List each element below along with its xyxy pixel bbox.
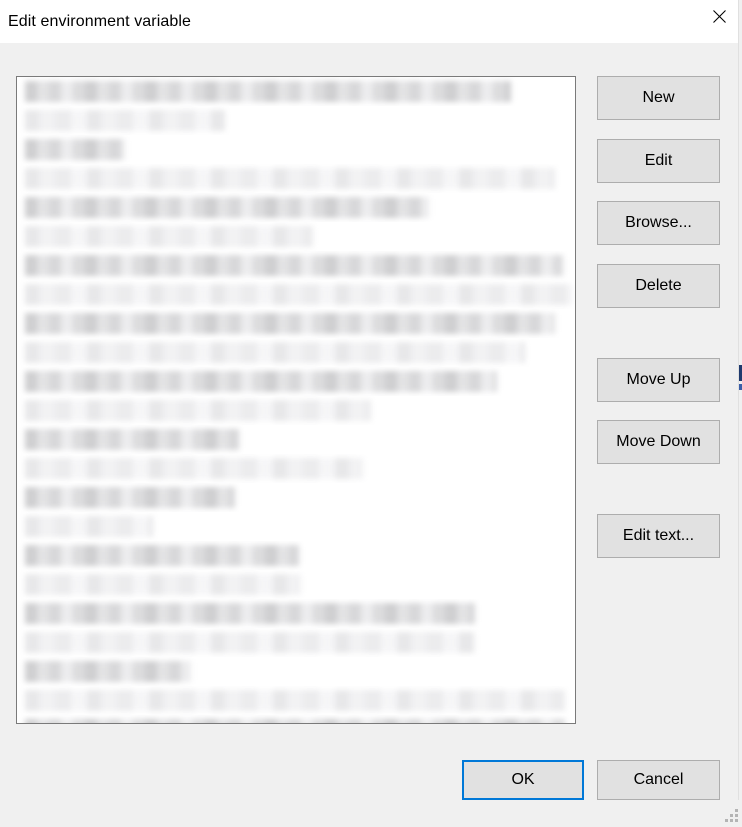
edit-button[interactable]: Edit [597,139,720,183]
resize-grip-dot [730,819,733,822]
redacted-entry-text [25,400,371,421]
list-item[interactable] [17,106,575,135]
path-entries-list: %ANT_HOME%\bin [17,77,575,723]
path-entries-listbox[interactable]: %ANT_HOME%\bin [16,76,576,724]
close-icon[interactable] [696,0,742,32]
window-title: Edit environment variable [8,13,192,30]
redacted-entry-text [25,226,313,247]
redacted-entry-text [25,545,299,566]
redacted-entry-text [25,313,555,334]
redacted-entry-text [25,719,565,723]
list-item[interactable] [17,657,575,686]
redacted-entry-text [25,197,429,218]
list-item[interactable] [17,512,575,541]
list-item[interactable] [17,367,575,396]
browse-button[interactable]: Browse... [597,201,720,245]
list-item[interactable] [17,541,575,570]
redacted-entry-text [25,139,125,160]
title-bar: Edit environment variable [0,0,742,44]
edit-text-button[interactable]: Edit text... [597,514,720,558]
redacted-entry-text [25,168,555,189]
list-item[interactable] [17,77,575,106]
list-item[interactable] [17,454,575,483]
redacted-entry-text [25,458,363,479]
list-item[interactable] [17,251,575,280]
list-item[interactable] [17,599,575,628]
redacted-entry-text [25,255,563,276]
redacted-entry-text [25,574,301,595]
redacted-entry-text [25,110,225,131]
redacted-entry-text [25,487,235,508]
list-item[interactable] [17,135,575,164]
list-item[interactable] [17,570,575,599]
background-window-scrollbar[interactable] [738,0,742,800]
ok-button[interactable]: OK [462,760,584,800]
list-item[interactable] [17,396,575,425]
redacted-entry-text [25,371,497,392]
move-down-button[interactable]: Move Down [597,420,720,464]
resize-grip-dot [735,809,738,812]
resize-grip-dot [735,819,738,822]
resize-grip-dot [730,814,733,817]
redacted-entry-text [25,690,565,711]
edit-environment-variable-dialog: Edit environment variable %ANT_HOME%\bin… [0,0,742,827]
list-item[interactable] [17,280,575,309]
list-item[interactable] [17,193,575,222]
redacted-entry-text [25,81,511,102]
list-item[interactable] [17,164,575,193]
move-up-button[interactable]: Move Up [597,358,720,402]
redacted-entry-text [25,603,475,624]
delete-button[interactable]: Delete [597,264,720,308]
list-item[interactable] [17,222,575,251]
redacted-entry-text [25,516,153,537]
redacted-entry-text [25,632,475,653]
redacted-entry-text [25,284,573,305]
resize-grip-dot [735,814,738,817]
list-item[interactable] [17,338,575,367]
list-item[interactable] [17,686,575,715]
resize-grip-icon[interactable] [725,809,739,823]
redacted-entry-text [25,342,525,363]
list-item[interactable] [17,628,575,657]
list-item[interactable] [17,425,575,454]
resize-grip-dot [725,819,728,822]
list-item[interactable] [17,483,575,512]
redacted-entry-text [25,661,191,682]
redacted-entry-text [25,429,239,450]
cancel-button[interactable]: Cancel [597,760,720,800]
list-item[interactable] [17,715,575,723]
new-button[interactable]: New [597,76,720,120]
list-item[interactable] [17,309,575,338]
